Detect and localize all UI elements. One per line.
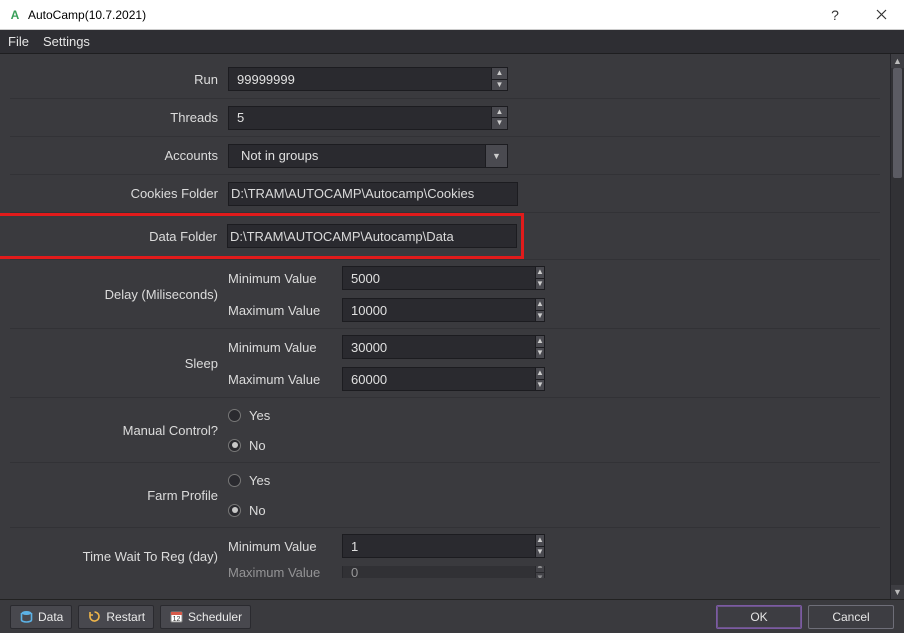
reg-min-up[interactable]: ▲ [536,534,545,546]
label-sleep-min: Minimum Value [228,340,332,355]
sleep-min-down[interactable]: ▼ [536,347,545,360]
restart-button[interactable]: Restart [78,605,154,629]
farm-profile-yes[interactable]: Yes [228,469,880,491]
window-title: AutoCamp(10.7.2021) [28,8,146,22]
vertical-scrollbar[interactable]: ▲ ▼ [890,54,904,599]
row-manual-control: Manual Control? Yes No [10,397,880,462]
manual-control-yes[interactable]: Yes [228,404,880,426]
database-icon [19,610,33,624]
run-spin-down[interactable]: ▼ [492,79,508,92]
label-reg-min: Minimum Value [228,539,332,554]
form-scroll-region: Run ▲ ▼ Threads [0,54,890,599]
data-button[interactable]: Data [10,605,72,629]
sleep-min-up[interactable]: ▲ [536,335,545,347]
scheduler-button[interactable]: 12 Scheduler [160,605,251,629]
label-reg-max: Maximum Value [228,566,332,578]
menu-settings[interactable]: Settings [43,34,90,49]
threads-spin-up[interactable]: ▲ [492,106,508,118]
help-button[interactable]: ? [812,0,858,30]
run-spin-up[interactable]: ▲ [492,67,508,79]
radio-label-no: No [249,503,266,518]
delay-min-up[interactable]: ▲ [536,266,545,278]
menubar: File Settings [0,30,904,54]
data-folder-input[interactable] [227,224,517,248]
scroll-track[interactable] [891,68,904,585]
reg-min-down[interactable]: ▼ [536,546,545,559]
reg-min-input[interactable] [342,534,536,558]
row-run: Run ▲ ▼ [10,60,880,98]
radio-icon [228,474,241,487]
accounts-select[interactable] [228,144,486,168]
restart-button-label: Restart [106,610,145,624]
label-delay-min: Minimum Value [228,271,332,286]
row-data-folder: Data Folder [10,212,880,259]
row-time-wait-reg: Time Wait To Reg (day) Minimum Value ▲▼ … [10,527,880,580]
row-accounts: Accounts ▼ [10,136,880,174]
row-threads: Threads ▲ ▼ [10,98,880,136]
ok-button-label: OK [750,610,767,624]
accounts-dropdown-button[interactable]: ▼ [486,144,508,168]
content-area: Run ▲ ▼ Threads [0,54,904,599]
sleep-min-input[interactable] [342,335,536,359]
data-folder-highlight: Data Folder [0,213,524,259]
sleep-max-input[interactable] [342,367,536,391]
cancel-button[interactable]: Cancel [808,605,894,629]
farm-profile-no[interactable]: No [228,499,880,521]
restart-icon [87,610,101,624]
label-sleep-max: Maximum Value [228,372,332,387]
delay-min-down[interactable]: ▼ [536,278,545,291]
radio-label-yes: Yes [249,473,270,488]
cancel-button-label: Cancel [832,610,869,624]
reg-max-input[interactable] [342,566,536,578]
radio-label-yes: Yes [249,408,270,423]
scroll-down-button[interactable]: ▼ [891,585,904,599]
scheduler-button-label: Scheduler [188,610,242,624]
row-farm-profile: Farm Profile Yes No [10,462,880,527]
svg-text:12: 12 [172,616,180,623]
radio-icon [228,439,241,452]
radio-label-no: No [249,438,266,453]
calendar-icon: 12 [169,610,183,624]
label-farm-profile: Farm Profile [10,488,228,503]
label-delay-max: Maximum Value [228,303,332,318]
label-run: Run [10,72,228,87]
threads-input[interactable] [228,106,492,130]
label-time-wait-reg: Time Wait To Reg (day) [10,549,228,564]
close-button[interactable] [858,0,904,30]
label-cookies-folder: Cookies Folder [10,186,228,201]
label-manual-control: Manual Control? [10,423,228,438]
delay-min-input[interactable] [342,266,536,290]
app-icon: A [8,8,22,22]
scroll-up-button[interactable]: ▲ [891,54,904,68]
label-data-folder: Data Folder [0,229,227,244]
threads-spin-down[interactable]: ▼ [492,117,508,130]
radio-icon [228,409,241,422]
manual-control-no[interactable]: No [228,434,880,456]
radio-icon [228,504,241,517]
titlebar: A AutoCamp(10.7.2021) ? [0,0,904,30]
reg-max-down[interactable]: ▼ [536,572,545,579]
ok-button[interactable]: OK [716,605,802,629]
label-sleep: Sleep [10,356,228,371]
sleep-max-down[interactable]: ▼ [536,379,545,392]
row-delay: Delay (Miliseconds) Minimum Value ▲▼ Max… [10,259,880,328]
row-cookies-folder: Cookies Folder [10,174,880,212]
run-input[interactable] [228,67,492,91]
bottombar: Data Restart 12 Scheduler OK Cancel [0,599,904,633]
menu-file[interactable]: File [8,34,29,49]
cookies-folder-input[interactable] [228,182,518,206]
row-sleep: Sleep Minimum Value ▲▼ Maximum Value ▲▼ [10,328,880,397]
scroll-thumb[interactable] [893,68,902,178]
sleep-max-up[interactable]: ▲ [536,367,545,379]
data-button-label: Data [38,610,63,624]
label-threads: Threads [10,110,228,125]
delay-max-input[interactable] [342,298,536,322]
label-accounts: Accounts [10,148,228,163]
delay-max-up[interactable]: ▲ [536,298,545,310]
label-delay: Delay (Miliseconds) [10,287,228,302]
delay-max-down[interactable]: ▼ [536,310,545,323]
